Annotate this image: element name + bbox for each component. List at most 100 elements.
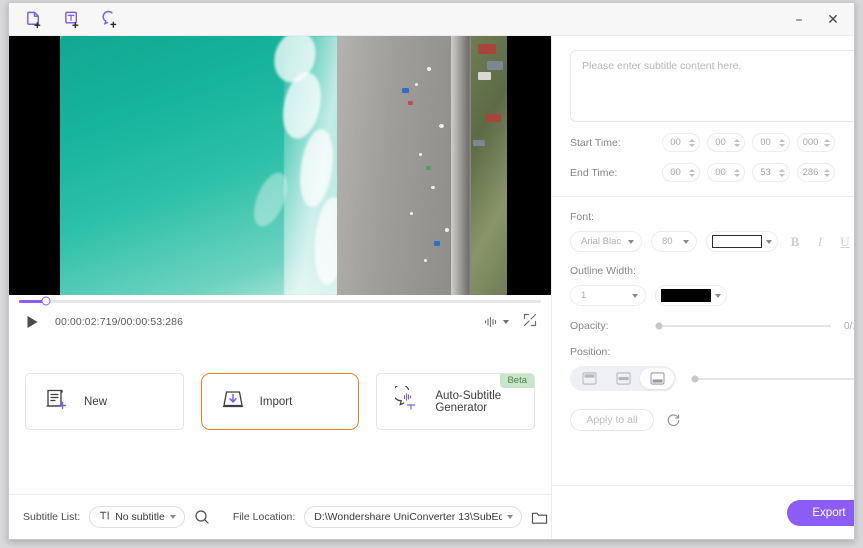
- start-seconds-arrows[interactable]: [778, 138, 789, 147]
- outline-section: Outline Width: 1: [552, 252, 854, 306]
- font-family-select[interactable]: Arial Blac: [570, 231, 642, 252]
- bold-button[interactable]: B: [787, 234, 803, 250]
- start-hours-stepper[interactable]: 00: [662, 133, 700, 152]
- apply-to-all-button[interactable]: Apply to all: [570, 409, 654, 431]
- end-hours-stepper[interactable]: 00: [662, 163, 700, 182]
- reset-icon: [667, 413, 680, 426]
- start-hours-arrows[interactable]: [688, 138, 699, 147]
- chevron-down-icon[interactable]: [688, 173, 695, 177]
- browse-folder-button[interactable]: [531, 510, 548, 525]
- chevron-down-icon[interactable]: [733, 143, 740, 147]
- font-size-select[interactable]: 80: [651, 231, 697, 252]
- opacity-slider-track[interactable]: [655, 322, 831, 330]
- search-icon: [195, 510, 209, 524]
- import-icon: [220, 386, 246, 417]
- end-minutes-stepper[interactable]: 00: [707, 163, 745, 182]
- add-file-icon[interactable]: [23, 8, 45, 30]
- import-card[interactable]: Import: [200, 373, 360, 430]
- chevron-down-icon[interactable]: [733, 173, 740, 177]
- position-option-top[interactable]: [572, 368, 606, 389]
- end-time-row: End Time: 00 00 53 286: [570, 163, 854, 182]
- outline-width-select[interactable]: 1: [570, 285, 646, 306]
- progress-track[interactable]: [19, 296, 541, 306]
- subtitle-list-select[interactable]: No subtitle: [89, 506, 185, 528]
- export-bar: Export: [552, 485, 854, 539]
- chevron-up-icon[interactable]: [823, 168, 830, 172]
- start-ms-stepper[interactable]: 000: [797, 133, 835, 152]
- chevron-up-icon[interactable]: [688, 168, 695, 172]
- search-button[interactable]: [194, 509, 210, 525]
- italic-button[interactable]: I: [812, 234, 828, 250]
- playback-progress[interactable]: [9, 295, 551, 307]
- start-minutes-stepper[interactable]: 00: [707, 133, 745, 152]
- toolbar: [9, 8, 121, 30]
- start-ms-arrows[interactable]: [823, 138, 834, 147]
- auto-subtitle-icon: [392, 384, 421, 417]
- file-location-select[interactable]: D:\Wondershare UniConverter 13\SubEd: [304, 506, 523, 528]
- start-minutes-arrows[interactable]: [733, 138, 744, 147]
- position-slider-row: [691, 375, 854, 382]
- position-middle-icon: [615, 372, 631, 385]
- end-hours-arrows[interactable]: [688, 168, 699, 177]
- subtitle-settings-panel: Please enter subtitle content here. Star…: [552, 36, 854, 539]
- subtitle-content-input[interactable]: Please enter subtitle content here.: [570, 50, 854, 122]
- outline-color-select[interactable]: [655, 285, 727, 306]
- new-subtitle-card[interactable]: New: [25, 373, 184, 430]
- position-section: Position:: [552, 332, 854, 391]
- end-minutes-value: 00: [715, 167, 726, 178]
- opacity-slider-handle[interactable]: [655, 322, 663, 330]
- chevron-up-icon[interactable]: [778, 138, 785, 142]
- chevron-down-icon[interactable]: [823, 173, 830, 177]
- font-color-swatch: [712, 235, 762, 248]
- position-option-middle[interactable]: [606, 368, 640, 389]
- font-color-select[interactable]: [706, 231, 778, 252]
- add-caption-icon[interactable]: [99, 8, 121, 30]
- new-subtitle-card-label: New: [84, 395, 108, 408]
- progress-handle[interactable]: [41, 296, 51, 306]
- chevron-up-icon[interactable]: [778, 168, 785, 172]
- chevron-down-icon[interactable]: [778, 143, 785, 147]
- position-slider-track[interactable]: [691, 375, 854, 382]
- fullscreen-button[interactable]: [523, 313, 537, 332]
- end-seconds-stepper[interactable]: 53: [752, 163, 790, 182]
- subtitle-content-section: Please enter subtitle content here. Star…: [552, 36, 854, 182]
- export-button[interactable]: Export: [787, 499, 854, 526]
- underline-button[interactable]: U: [837, 234, 853, 250]
- chevron-down-icon[interactable]: [823, 143, 830, 147]
- chevron-down-icon[interactable]: [778, 173, 785, 177]
- close-button[interactable]: ✕: [816, 5, 850, 35]
- chevron-up-icon[interactable]: [823, 138, 830, 142]
- audio-track-button[interactable]: [484, 316, 509, 328]
- bottom-bar: Subtitle List: No subtitle File Location…: [9, 494, 551, 539]
- outline-row: 1: [570, 285, 854, 306]
- time-display: 00:00:02:719/00:00:53:286: [55, 316, 184, 328]
- minimize-button[interactable]: –: [782, 5, 816, 35]
- chevron-up-icon[interactable]: [733, 138, 740, 142]
- end-ms-stepper[interactable]: 286: [797, 163, 835, 182]
- add-subtitle-track-icon[interactable]: [61, 8, 83, 30]
- action-cards: New Import Auto-Subtitle Generator Beta: [25, 373, 536, 430]
- chevron-down-icon[interactable]: [688, 143, 695, 147]
- play-button[interactable]: [23, 313, 41, 331]
- end-ms-arrows[interactable]: [823, 168, 834, 177]
- font-size-value: 80: [662, 236, 673, 247]
- start-seconds-stepper[interactable]: 00: [752, 133, 790, 152]
- chevron-up-icon[interactable]: [733, 168, 740, 172]
- end-ms-value: 286: [802, 167, 819, 178]
- position-slider-handle[interactable]: [691, 375, 699, 382]
- chevron-down-icon: [632, 293, 638, 298]
- end-seconds-arrows[interactable]: [778, 168, 789, 177]
- player-controls: 00:00:02:719/00:00:53:286: [9, 307, 551, 337]
- auto-subtitle-card[interactable]: Auto-Subtitle Generator Beta: [376, 373, 536, 430]
- subtitle-list-value: No subtitle: [115, 511, 165, 523]
- end-minutes-arrows[interactable]: [733, 168, 744, 177]
- video-preview[interactable]: [9, 36, 551, 295]
- chevron-up-icon[interactable]: [688, 138, 695, 142]
- beta-badge: Beta: [500, 374, 535, 388]
- audio-wave-icon: [484, 316, 497, 328]
- opacity-value: 0/100: [844, 320, 854, 332]
- font-family-value: Arial Blac: [581, 236, 622, 247]
- reset-button[interactable]: [666, 413, 681, 428]
- position-option-bottom[interactable]: [640, 368, 674, 389]
- subtitle-list-label: Subtitle List:: [23, 511, 81, 523]
